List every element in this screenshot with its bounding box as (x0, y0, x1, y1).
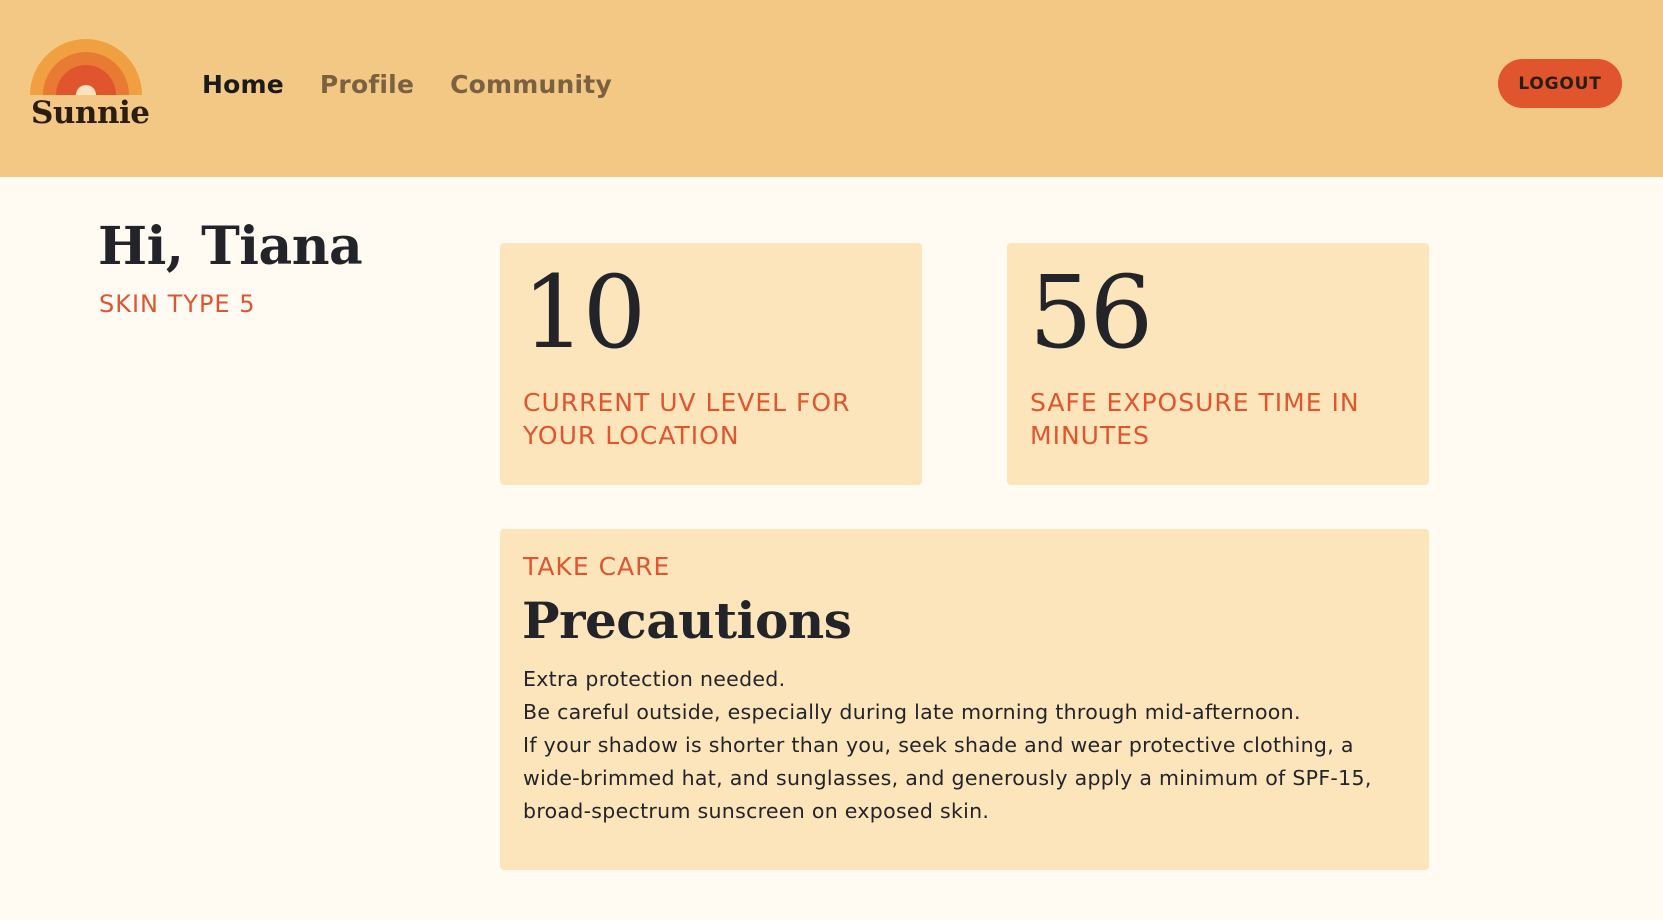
logout-button[interactable]: LOGOUT (1498, 59, 1622, 108)
precautions-title: Precautions (522, 591, 852, 650)
main-nav: Home Profile Community (202, 66, 648, 102)
sunnie-logo[interactable]: Sunnie (29, 38, 150, 134)
precaution-line: Be careful outside, especially during la… (523, 700, 1301, 724)
sun-rainbow-icon (30, 39, 142, 95)
uv-level-card: 10 CURRENT UV LEVEL FOR YOUR LOCATION (500, 243, 922, 485)
exposure-time-label: SAFE EXPOSURE TIME IN MINUTES (1030, 388, 1360, 450)
skin-type-label: SKIN TYPE 5 (99, 290, 256, 318)
uv-level-label: CURRENT UV LEVEL FOR YOUR LOCATION (523, 388, 851, 450)
precaution-line: Extra protection needed. (523, 667, 786, 691)
nav-profile[interactable]: Profile (320, 70, 414, 99)
greeting-heading: Hi, Tiana (98, 216, 363, 277)
precautions-card: TAKE CARE Precautions Extra protection n… (500, 529, 1429, 870)
top-header: Sunnie Home Profile Community LOGOUT (0, 0, 1663, 177)
exposure-time-card: 56 SAFE EXPOSURE TIME IN MINUTES (1007, 243, 1429, 485)
exposure-time-value: 56 (1029, 254, 1153, 371)
precautions-eyebrow: TAKE CARE (523, 552, 671, 581)
nav-community[interactable]: Community (450, 70, 612, 99)
precaution-line: If your shadow is shorter than you, seek… (523, 733, 1372, 823)
nav-home[interactable]: Home (202, 70, 284, 99)
brand-name: Sunnie (31, 95, 150, 131)
precautions-body: Extra protection needed. Be careful outs… (523, 663, 1403, 828)
uv-level-value: 10 (522, 254, 646, 371)
